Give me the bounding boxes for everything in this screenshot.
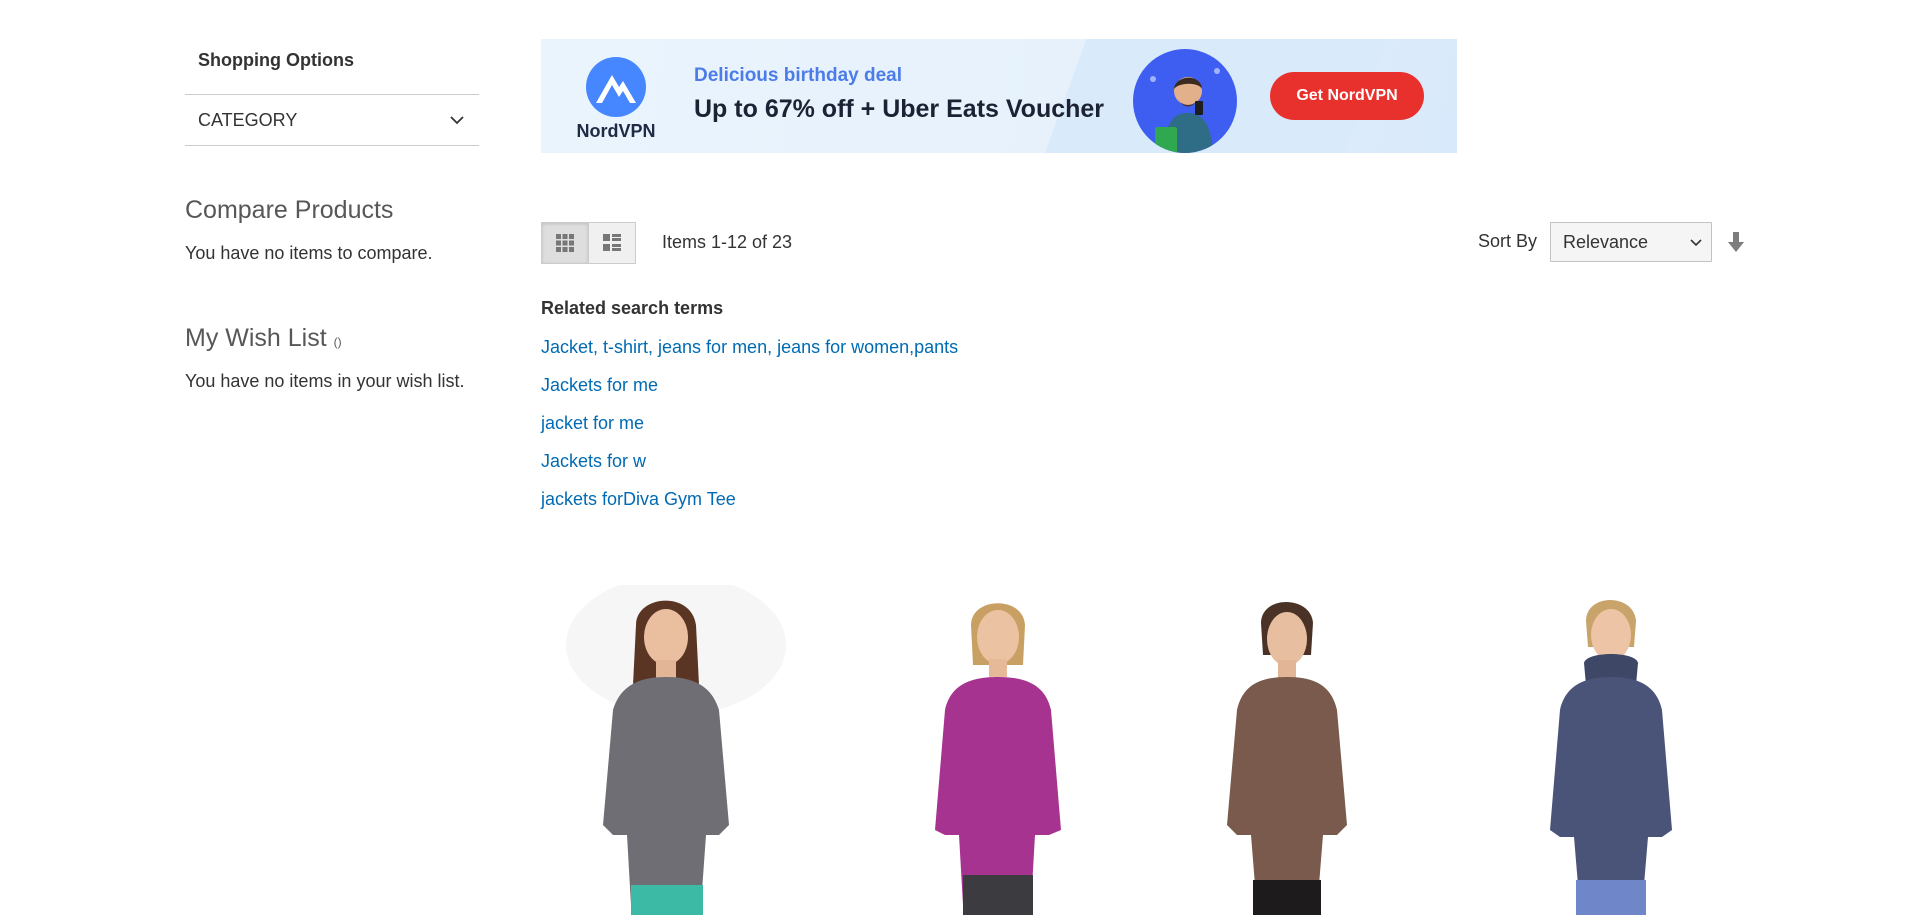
related-search-terms: Related search terms Jacket, t-shirt, je… bbox=[541, 298, 958, 527]
shopping-options-title: Shopping Options bbox=[198, 50, 354, 70]
view-mode-switcher bbox=[541, 222, 636, 264]
product-image[interactable] bbox=[1153, 585, 1423, 915]
related-search-title: Related search terms bbox=[541, 298, 724, 318]
product-image[interactable] bbox=[1474, 585, 1744, 915]
nordvpn-ad-banner[interactable]: NordVPN Delicious birthday deal Up to 67… bbox=[541, 39, 1457, 153]
products-toolbar: Items 1-12 of 23 Sort By Relevance bbox=[541, 222, 1751, 264]
list-icon bbox=[603, 234, 621, 251]
product-image[interactable] bbox=[541, 585, 811, 915]
product-photo-woman-jacket bbox=[1227, 602, 1347, 915]
wishlist-title: My Wish List () bbox=[185, 324, 479, 353]
related-search-link[interactable]: jacket for me bbox=[541, 413, 958, 451]
product-photo-woman-jacket bbox=[566, 585, 786, 915]
grid-view-button[interactable] bbox=[541, 222, 589, 264]
sidebar: Shopping Options CATEGORY Compare Produc… bbox=[185, 40, 479, 392]
grid-icon bbox=[556, 234, 574, 252]
category-filter-toggle[interactable]: CATEGORY bbox=[185, 94, 479, 146]
wishlist-count: () bbox=[333, 335, 342, 349]
banner-headline: Up to 67% off + Uber Eats Voucher bbox=[694, 95, 1105, 123]
chevron-down-icon bbox=[1690, 239, 1702, 247]
get-nordvpn-button[interactable]: Get NordVPN bbox=[1270, 72, 1424, 120]
list-view-button[interactable] bbox=[589, 222, 636, 264]
wishlist-title-text: My Wish List bbox=[185, 324, 327, 352]
banner-subtitle: Delicious birthday deal bbox=[694, 65, 902, 86]
nordvpn-mountain-icon bbox=[586, 57, 646, 117]
sort-by-select[interactable]: Relevance bbox=[1550, 222, 1712, 262]
product-image[interactable] bbox=[863, 585, 1133, 915]
related-search-link[interactable]: Jackets for w bbox=[541, 451, 958, 489]
product-photo-woman-top bbox=[1550, 600, 1672, 915]
nordvpn-logo: NordVPN bbox=[571, 57, 661, 142]
sort-by-label: Sort By bbox=[1478, 231, 1538, 251]
compare-products-title: Compare Products bbox=[185, 196, 394, 224]
category-filter-label: CATEGORY bbox=[198, 109, 298, 130]
nordvpn-wordmark: NordVPN bbox=[576, 121, 656, 141]
chevron-down-icon bbox=[450, 116, 464, 125]
banner-person-image bbox=[1133, 49, 1237, 153]
items-count: Items 1-12 of 23 bbox=[662, 232, 793, 252]
compare-empty-text: You have no items to compare. bbox=[185, 243, 433, 263]
arrow-down-icon[interactable] bbox=[1726, 231, 1746, 253]
related-search-link[interactable]: Jackets for me bbox=[541, 375, 958, 413]
sort-by-value: Relevance bbox=[1563, 232, 1649, 252]
product-grid bbox=[541, 585, 1751, 915]
related-search-link[interactable]: jackets forDiva Gym Tee bbox=[541, 489, 958, 527]
wishlist-empty-text: You have no items in your wish list. bbox=[185, 371, 465, 391]
product-photo-woman-jacket bbox=[935, 603, 1061, 915]
related-search-link[interactable]: Jacket, t-shirt, jeans for men, jeans fo… bbox=[541, 337, 958, 375]
